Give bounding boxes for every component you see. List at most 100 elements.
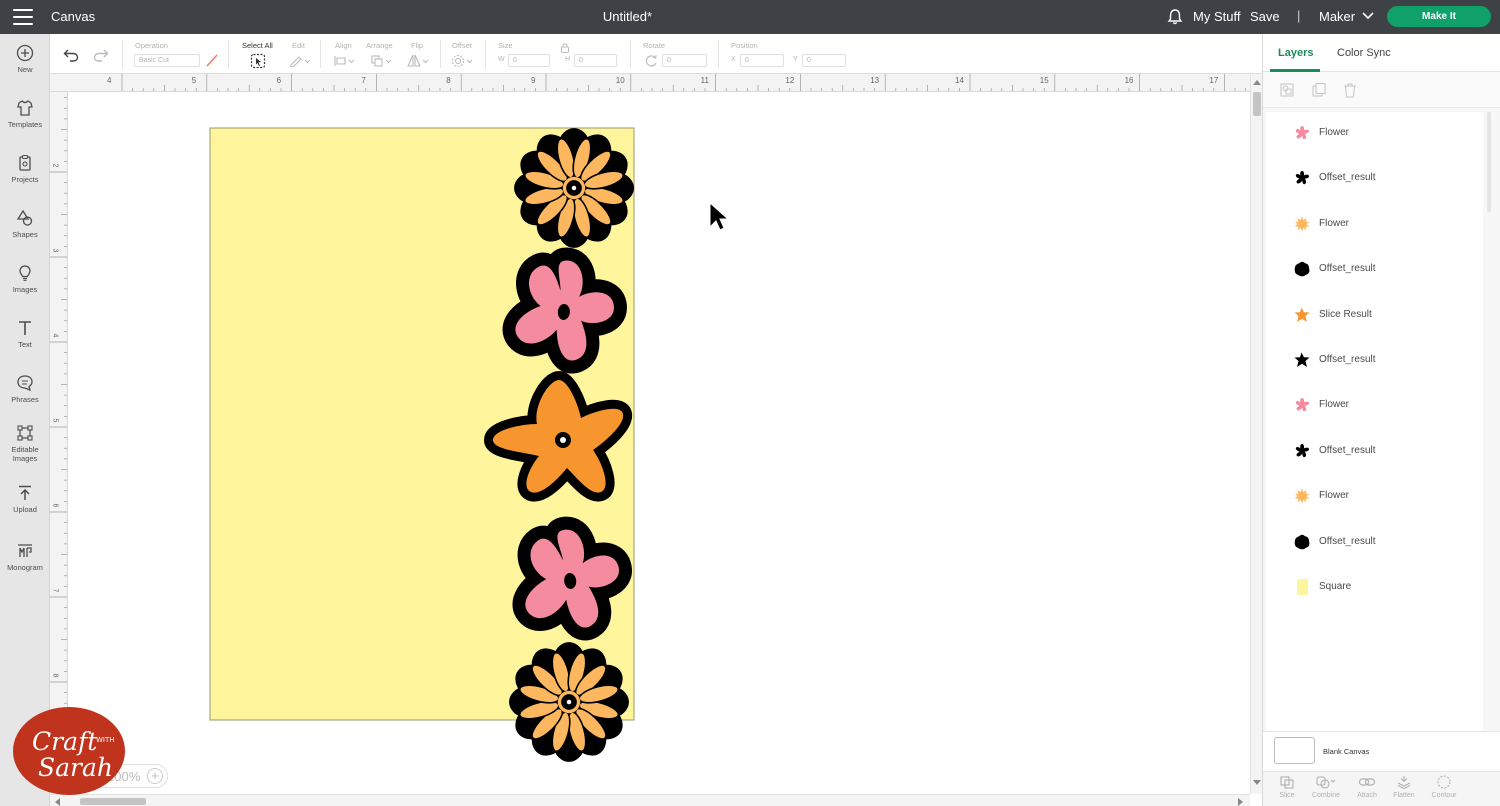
- layer-item[interactable]: Offset_result: [1266, 339, 1483, 379]
- ruler-top-number: 6: [276, 76, 282, 85]
- attach-button[interactable]: Attach: [1348, 775, 1386, 799]
- sidebar-item-editable-images[interactable]: Editable Images: [0, 424, 50, 463]
- rotate-input[interactable]: 0: [662, 54, 707, 67]
- sidebar-label: Monogram: [7, 563, 43, 572]
- chevron-down-icon[interactable]: [1362, 12, 1374, 20]
- speech-bubble-icon: [17, 375, 33, 392]
- canvas-artwork: [209, 127, 730, 762]
- layers-scroll-thumb[interactable]: [1487, 112, 1491, 212]
- height-label: H: [565, 56, 571, 63]
- flatten-label: Flatten: [1393, 792, 1415, 799]
- layer-name: Offset_result: [1319, 172, 1376, 184]
- position-x-input[interactable]: 0: [740, 54, 784, 67]
- lock-icon[interactable]: [560, 42, 570, 53]
- sidebar-label: Shapes: [12, 230, 38, 239]
- slice-button[interactable]: Slice: [1268, 775, 1306, 799]
- ruler-left-number: 8: [51, 673, 59, 678]
- pen-color-icon[interactable]: [206, 54, 218, 67]
- sidebar-item-shapes[interactable]: Shapes: [0, 209, 50, 239]
- my-stuff-link[interactable]: My Stuff: [1193, 9, 1240, 24]
- flip-icon[interactable]: [407, 54, 431, 67]
- shirt-icon: [17, 100, 33, 116]
- sidebar-item-projects[interactable]: Projects: [0, 154, 50, 184]
- rotate-icon[interactable]: [644, 54, 658, 68]
- vertical-scrollbar[interactable]: [1250, 74, 1262, 794]
- logo-text-sarah: Sarah: [38, 753, 113, 782]
- select-all-icon[interactable]: [250, 53, 266, 69]
- vertical-scroll-thumb[interactable]: [1253, 92, 1261, 116]
- ruler-top-ticks: [121, 74, 1246, 91]
- monogram-icon: [18, 544, 32, 557]
- bell-icon[interactable]: [1166, 8, 1184, 26]
- horizontal-scrollbar[interactable]: [50, 794, 1250, 806]
- layer-item[interactable]: Flower: [1266, 384, 1483, 424]
- layer-item[interactable]: Offset_result: [1266, 248, 1483, 288]
- scroll-up-icon[interactable]: [1253, 79, 1261, 85]
- zoom-in-button[interactable]: +: [147, 768, 163, 784]
- sidebar-item-monogram[interactable]: Monogram: [0, 542, 50, 572]
- attach-icon: [1358, 778, 1376, 786]
- flower-layer-icon: [1295, 126, 1310, 140]
- sidebar-item-templates[interactable]: Templates: [0, 99, 50, 129]
- position-y-input[interactable]: 0: [802, 54, 846, 67]
- redo-icon[interactable]: [93, 48, 109, 62]
- contour-button[interactable]: Contour: [1425, 775, 1463, 799]
- tab-color-sync[interactable]: Color Sync: [1337, 47, 1391, 59]
- sidebar-item-upload[interactable]: Upload: [0, 484, 50, 514]
- star-layer-icon: [1294, 307, 1310, 322]
- ruler-left-ticks: [50, 97, 67, 789]
- right-panel: Layers Color Sync Flower Offset_result Flo…: [1262, 34, 1500, 806]
- design-canvas[interactable]: [68, 92, 1250, 794]
- combine-button[interactable]: Combine: [1307, 775, 1345, 799]
- duplicate-icon[interactable]: [1311, 82, 1327, 98]
- toolbar-divider: [440, 40, 441, 68]
- horizontal-scroll-thumb[interactable]: [80, 798, 146, 805]
- make-it-button[interactable]: Make It: [1387, 6, 1491, 27]
- height-input[interactable]: 0: [574, 54, 617, 67]
- layers-scrollbar[interactable]: [1485, 112, 1493, 752]
- layer-item[interactable]: Offset_result: [1266, 430, 1483, 470]
- blank-canvas-row[interactable]: Blank Canvas: [1263, 731, 1500, 771]
- position-x-value: 0: [745, 57, 749, 64]
- layer-item[interactable]: Square: [1266, 566, 1483, 606]
- tab-layers[interactable]: Layers: [1278, 47, 1313, 59]
- edit-label: Edit: [292, 41, 305, 50]
- attach-label: Attach: [1357, 792, 1377, 799]
- offset-icon[interactable]: [451, 54, 475, 68]
- sidebar-item-images[interactable]: Images: [0, 264, 50, 294]
- layer-item[interactable]: Flower: [1266, 112, 1483, 152]
- trash-icon[interactable]: [1342, 82, 1358, 98]
- layer-item[interactable]: Flower: [1266, 203, 1483, 243]
- sidebar-item-text[interactable]: Text: [0, 319, 50, 349]
- layer-item[interactable]: Offset_result: [1266, 157, 1483, 197]
- operation-select[interactable]: Basic Cut: [134, 54, 200, 67]
- layer-item[interactable]: Slice Result: [1266, 294, 1483, 334]
- edit-pen-icon[interactable]: [289, 54, 311, 67]
- height-value: 0: [579, 57, 583, 64]
- scroll-right-icon[interactable]: [1238, 798, 1244, 806]
- ruler-left-number: 4: [51, 333, 59, 338]
- machine-selector[interactable]: Maker: [1319, 9, 1355, 24]
- width-input[interactable]: 0: [508, 54, 550, 67]
- sidebar-item-new[interactable]: New: [0, 44, 50, 74]
- sidebar-label: Phrases: [11, 395, 39, 404]
- group-icon[interactable]: [1279, 82, 1295, 98]
- document-title[interactable]: Untitled*: [0, 9, 1255, 24]
- arrange-icon[interactable]: [370, 54, 394, 67]
- logo-text-craft: Craft: [32, 727, 98, 756]
- layer-item[interactable]: Offset_result: [1266, 521, 1483, 561]
- scroll-left-icon[interactable]: [54, 798, 60, 806]
- sidebar-item-phrases[interactable]: Phrases: [0, 374, 50, 404]
- scroll-down-icon[interactable]: [1253, 780, 1261, 786]
- layer-item[interactable]: Flower: [1266, 475, 1483, 515]
- undo-icon[interactable]: [63, 48, 79, 62]
- topbar-separator: |: [1297, 8, 1301, 23]
- position-y-value: 0: [807, 57, 811, 64]
- slice-label: Slice: [1279, 792, 1295, 799]
- flatten-button[interactable]: Flatten: [1385, 775, 1423, 799]
- blank-canvas-swatch[interactable]: [1274, 737, 1315, 764]
- save-button[interactable]: Save: [1250, 9, 1280, 24]
- layer-name: Offset_result: [1319, 354, 1376, 365]
- contour-label: Contour: [1431, 792, 1457, 799]
- align-icon[interactable]: [333, 55, 357, 67]
